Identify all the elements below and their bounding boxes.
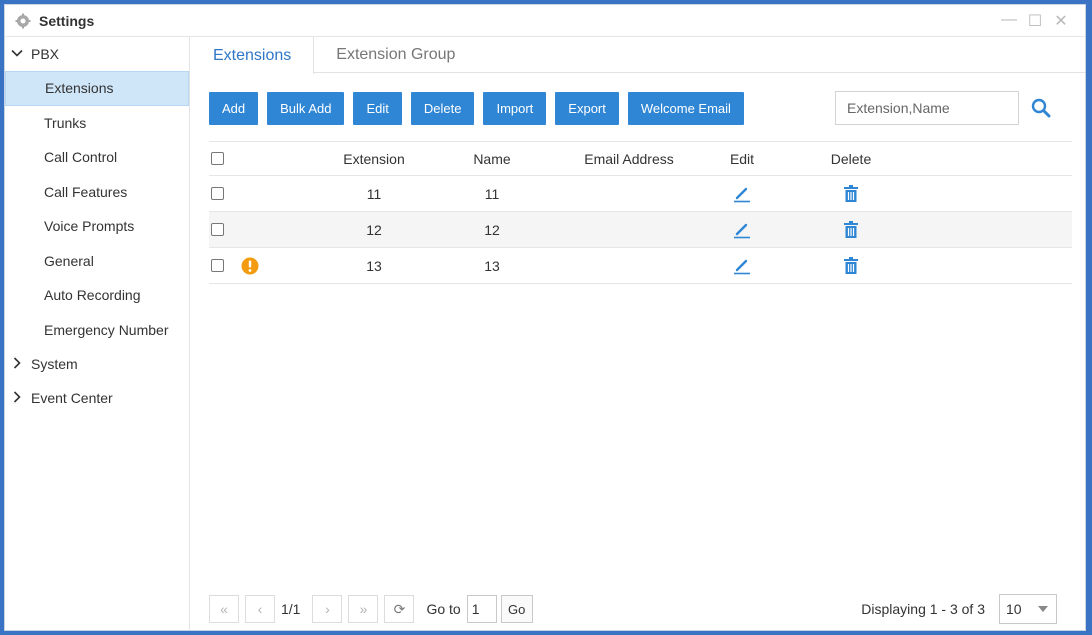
trash-icon[interactable] [821, 256, 881, 275]
prev-page-icon[interactable]: ‹ [245, 595, 275, 623]
edit-icon[interactable] [722, 185, 762, 203]
edit-icon[interactable] [722, 257, 762, 275]
window-title: Settings [39, 12, 95, 29]
sidebar-item-label: Emergency Number [44, 321, 169, 338]
first-page-icon[interactable]: « [209, 595, 239, 623]
sidebar-item-extensions[interactable]: Extensions [5, 71, 189, 106]
sidebar-item-call-features[interactable]: Call Features [5, 175, 189, 210]
edit-button[interactable]: Edit [353, 91, 402, 125]
search-icon[interactable] [1025, 91, 1057, 125]
bulk-add-button[interactable]: Bulk Add [267, 91, 345, 125]
welcome-email-button[interactable]: Welcome Email [627, 91, 744, 125]
extension-cell: 13 [366, 257, 382, 274]
sidebar-item-call-control[interactable]: Call Control [5, 140, 189, 175]
last-page-icon[interactable]: » [348, 595, 379, 623]
sidebar-group-label: Event Center [31, 390, 113, 406]
column-header-edit: Edit [729, 150, 755, 167]
column-header-extension[interactable]: Extension [309, 151, 439, 167]
extensions-table: Extension Name Email Address Edit Delete… [209, 141, 1072, 284]
dropdown-arrow-icon [1038, 606, 1048, 612]
goto-label: Go to [426, 601, 461, 617]
sidebar-group-event-center[interactable]: Event Center [5, 381, 189, 415]
sidebar-item-trunks[interactable]: Trunks [5, 106, 189, 141]
add-button[interactable]: Add [209, 91, 259, 125]
settings-window: Settings — ☐ ✕ PBX Extensions Trunks Cal… [4, 4, 1086, 631]
tab-bar: Extensions Extension Group [191, 37, 1085, 74]
toolbar: Add Bulk Add Edit Delete Import Export W… [209, 91, 1085, 125]
chevron-down-icon [11, 46, 27, 62]
delete-button[interactable]: Delete [410, 91, 475, 125]
next-page-icon[interactable]: › [312, 595, 343, 623]
goto-page-input[interactable] [466, 595, 497, 623]
go-button[interactable]: Go [500, 595, 533, 623]
sidebar-item-auto-recording[interactable]: Auto Recording [5, 278, 189, 313]
name-cell: 11 [484, 185, 500, 202]
chevron-right-icon [11, 356, 27, 372]
table-row: 13 13 [209, 248, 1072, 284]
displaying-count: Displaying 1 - 3 of 3 [861, 601, 985, 617]
sidebar-group-system[interactable]: System [5, 347, 189, 381]
extension-cell: 12 [366, 221, 382, 238]
sidebar-item-voice-prompts[interactable]: Voice Prompts [5, 209, 189, 244]
name-cell: 13 [484, 257, 500, 274]
sidebar-group-label: PBX [31, 46, 60, 62]
column-header-name[interactable]: Name [452, 151, 532, 167]
column-header-delete: Delete [830, 150, 872, 167]
export-button[interactable]: Export [555, 91, 619, 125]
edit-icon[interactable] [722, 221, 762, 239]
sidebar: PBX Extensions Trunks Call Control Call … [5, 37, 190, 630]
page-indicator: 1/1 [281, 601, 301, 617]
refresh-icon[interactable]: ⟳ [384, 595, 415, 623]
tab-extensions[interactable]: Extensions [191, 37, 315, 74]
sidebar-item-general[interactable]: General [5, 244, 189, 279]
row-checkbox[interactable] [211, 259, 224, 272]
sidebar-item-label: Trunks [44, 114, 87, 131]
sidebar-item-label: Call Control [44, 149, 118, 166]
maximize-icon[interactable]: ☐ [1027, 11, 1043, 31]
name-cell: 12 [484, 221, 500, 238]
row-checkbox[interactable] [211, 223, 224, 236]
title-bar: Settings — ☐ ✕ [5, 5, 1085, 37]
close-icon[interactable]: ✕ [1053, 11, 1069, 31]
main-panel: Extensions Extension Group Add Bulk Add … [191, 37, 1085, 630]
column-header-email[interactable]: Email Address [569, 151, 689, 167]
warning-icon[interactable] [241, 257, 259, 275]
import-button[interactable]: Import [483, 91, 547, 125]
pagination: « ‹ 1/1 › » ⟳ Go to Go Displaying 1 - 3 … [209, 594, 1085, 624]
table-row: 12 12 [209, 212, 1072, 248]
search-input[interactable] [835, 91, 1019, 125]
page-size-select[interactable]: 10 [999, 594, 1057, 624]
chevron-right-icon [11, 390, 27, 406]
trash-icon[interactable] [821, 220, 881, 239]
table-row: 11 11 [209, 176, 1072, 212]
select-all-checkbox[interactable] [211, 152, 224, 165]
row-checkbox[interactable] [211, 187, 224, 200]
minimize-icon[interactable]: — [1001, 11, 1017, 31]
sidebar-item-label: Auto Recording [44, 287, 141, 304]
table-header: Extension Name Email Address Edit Delete [209, 141, 1072, 176]
sidebar-item-label: Extensions [45, 80, 114, 97]
sidebar-item-emergency-number[interactable]: Emergency Number [5, 313, 189, 348]
sidebar-group-pbx[interactable]: PBX [5, 37, 189, 71]
trash-icon[interactable] [821, 184, 881, 203]
extension-cell: 11 [366, 185, 382, 202]
gear-icon [15, 13, 31, 29]
page-size-value: 10 [1006, 601, 1022, 617]
sidebar-item-label: General [44, 252, 94, 269]
sidebar-item-label: Voice Prompts [44, 218, 135, 235]
sidebar-group-label: System [31, 356, 78, 372]
tab-extension-group[interactable]: Extension Group [314, 37, 477, 73]
sidebar-item-label: Call Features [44, 183, 128, 200]
